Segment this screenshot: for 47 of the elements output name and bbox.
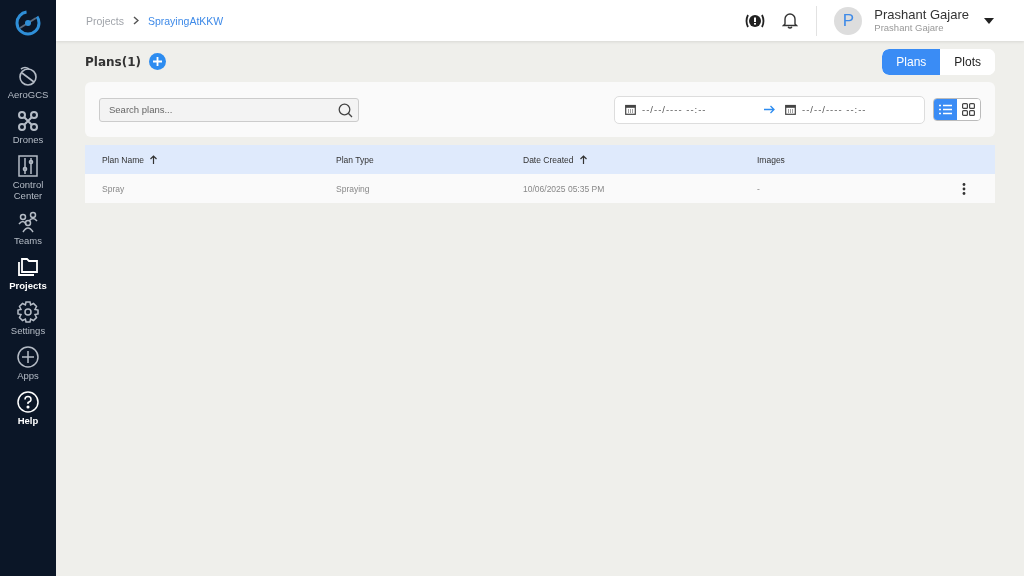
search-icon [338,102,353,118]
chevron-right-icon [132,16,139,25]
nav-item[interactable]: Settings [0,301,56,336]
alert-icon[interactable] [745,12,766,29]
calendar-icon [625,104,636,115]
user-subtitle: Prashant Gajare [874,22,945,33]
help-icon [17,391,39,413]
nav-item[interactable]: AeroGCS [0,65,56,100]
calendar-icon [785,104,796,115]
table-row[interactable]: Spray Spraying 10/06/2025 05:35 PM - [85,174,995,203]
nav-item[interactable]: Control Center [0,155,56,201]
column-header[interactable]: Plan Type [336,154,374,165]
logo-icon [14,9,42,37]
nav-item[interactable]: Projects [0,256,56,291]
nav-item[interactable]: Drones [0,110,56,145]
table-cell: 10/06/2025 05:35 PM [523,183,605,194]
nav-item[interactable]: Apps [0,346,56,381]
column-header[interactable]: Date Created [523,154,587,165]
table-cell: Spraying [336,183,370,194]
column-header[interactable]: Images [757,154,785,165]
grid-icon [962,103,975,116]
end-date-field[interactable]: --/--/---- --:-- [802,104,902,115]
table-cell: Spray [102,183,125,194]
drone-icon [17,110,39,132]
more-options-icon[interactable] [962,182,966,195]
column-header[interactable]: Plan Name [102,154,158,165]
nav-item[interactable]: Help [0,391,56,426]
user-name: Prashant Gajare [874,8,969,22]
table-cell: - [757,183,760,194]
sort-arrow-icon[interactable] [150,155,158,164]
nav-item[interactable]: Teams [0,211,56,246]
caret-down-icon[interactable] [984,17,994,24]
start-date-field[interactable]: --/--/---- --:-- [642,104,742,115]
list-icon [939,104,952,115]
add-circle-icon [17,346,39,368]
sort-arrow-icon[interactable] [579,155,587,164]
folder-icon [17,256,39,278]
search-field[interactable]: Search plans... [99,97,359,122]
add-button-icon[interactable] [149,53,166,70]
sliders-icon [17,155,39,177]
settings-icon [17,301,39,323]
page-heading: Plans(1) [85,54,141,69]
arrow-right-icon [764,105,775,114]
team-icon [17,211,39,233]
grid-view-button[interactable] [957,99,980,120]
bell-icon[interactable] [782,12,799,29]
breadcrumb-link[interactable]: SprayingAtKKW [147,14,224,27]
